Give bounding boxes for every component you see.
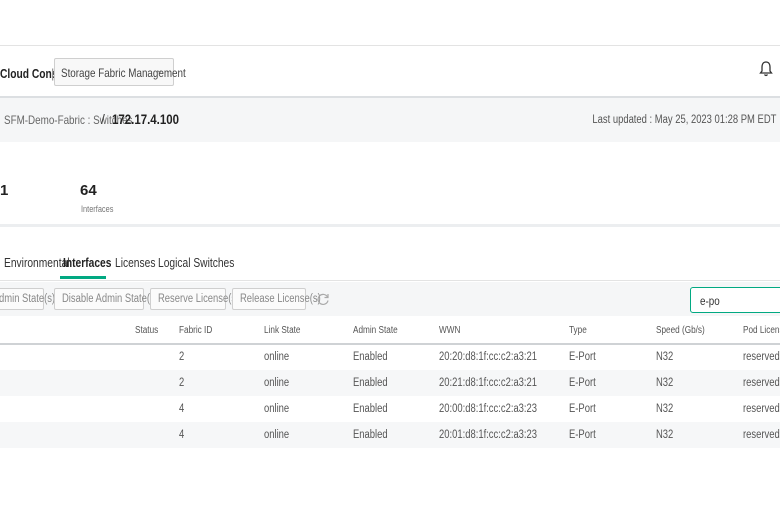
cell-fabric-id: 2 (179, 377, 185, 389)
cell-fabric-id: 4 (179, 403, 185, 415)
last-updated-text: Last updated : May 25, 2023 01:28 PM EDT (591, 114, 776, 126)
cell-fabric-id: 4 (179, 429, 185, 441)
enable-admin-state-button[interactable]: dmin State(s) (0, 288, 55, 310)
tab-bar: Environmental Interfaces Licenses Logica… (0, 230, 780, 281)
app-selector-label: Storage Fabric Management (61, 66, 186, 80)
tab-environmental[interactable]: Environmental (4, 256, 70, 270)
tab-interfaces[interactable]: Interfaces (63, 256, 111, 270)
column-header-pod-license[interactable]: Pod License S (743, 325, 780, 336)
interfaces-count: 64 (80, 182, 97, 199)
table-header: Status Fabric ID Link State Admin State … (0, 316, 780, 345)
cell-pod-license: reserved (743, 377, 780, 389)
cell-type: E-Port (569, 429, 596, 441)
app-selector-dropdown[interactable]: Storage Fabric Management ⌄ (54, 58, 186, 86)
table-row[interactable]: 4 online Enabled 20:00:d8:1f:cc:c2:a3:23… (0, 396, 780, 422)
cell-link-state: online (264, 377, 290, 389)
reserve-license-button[interactable]: Reserve License(s) (150, 288, 239, 310)
column-header-admin-state[interactable]: Admin State (353, 325, 398, 336)
cell-admin-state: Enabled (353, 403, 388, 415)
cell-admin-state: Enabled (353, 429, 388, 441)
chevron-down-icon: ⌄ (155, 65, 164, 76)
table-row[interactable]: 2 online Enabled 20:21:d8:1f:cc:c2:a3:21… (0, 370, 780, 396)
cell-link-state: online (264, 403, 290, 415)
tab-licenses[interactable]: Licenses (115, 256, 155, 270)
column-header-speed[interactable]: Speed (Gb/s) (656, 325, 705, 336)
column-header-fabric-id[interactable]: Fabric ID (179, 325, 212, 336)
breadcrumb-divider: / (101, 111, 105, 127)
stats-panel: 1 64 Interfaces (0, 142, 780, 227)
cell-speed: N32 (656, 351, 674, 363)
cell-admin-state: Enabled (353, 351, 388, 363)
stat-value-partial: 1 (0, 182, 9, 199)
table-row[interactable]: 2 online Enabled 20:20:d8:1f:cc:c2:a3:21… (0, 344, 780, 370)
table-toolbar: dmin State(s) Disable Admin State(s) Res… (0, 282, 780, 316)
top-header: Cloud Console | Storage Fabric Managemen… (0, 45, 780, 98)
breadcrumb: SFM-Demo-Fabric : Switches / 172.17.4.10… (0, 96, 780, 144)
release-license-button[interactable]: Release License(s) (232, 288, 321, 310)
cell-wwn: 20:20:d8:1f:cc:c2:a3:21 (439, 351, 538, 363)
cell-pod-license: reserved (743, 403, 780, 415)
cell-wwn: 20:21:d8:1f:cc:c2:a3:21 (439, 377, 538, 389)
cell-link-state: online (264, 429, 290, 441)
cell-type: E-Port (569, 403, 596, 415)
cell-link-state: online (264, 351, 290, 363)
cell-pod-license: reserved (743, 429, 780, 441)
cell-type: E-Port (569, 377, 596, 389)
cell-type: E-Port (569, 351, 596, 363)
active-tab-indicator (60, 276, 106, 279)
cell-fabric-id: 2 (179, 351, 185, 363)
search-input[interactable]: e-po (690, 287, 780, 313)
cell-admin-state: Enabled (353, 377, 388, 389)
cell-speed: N32 (656, 429, 674, 441)
cell-wwn: 20:01:d8:1f:cc:c2:a3:23 (439, 429, 538, 441)
cell-speed: N32 (656, 377, 674, 389)
tab-logical-switches[interactable]: Logical Switches (158, 256, 234, 270)
interfaces-label: Interfaces (81, 204, 114, 214)
page-title: 172.17.4.100 (112, 111, 180, 127)
column-header-type[interactable]: Type (569, 325, 587, 336)
cell-wwn: 20:00:d8:1f:cc:c2:a3:23 (439, 403, 538, 415)
column-header-link-state[interactable]: Link State (264, 325, 300, 336)
table-row[interactable]: 4 online Enabled 20:01:d8:1f:cc:c2:a3:23… (0, 422, 780, 448)
refresh-icon[interactable] (316, 292, 330, 306)
column-header-wwn[interactable]: WWN (439, 325, 460, 336)
bell-icon[interactable] (758, 60, 774, 78)
cell-pod-license: reserved (743, 351, 780, 363)
disable-admin-state-button[interactable]: Disable Admin State(s) (54, 288, 158, 310)
cell-speed: N32 (656, 403, 674, 415)
column-header-status[interactable]: Status (135, 325, 158, 336)
